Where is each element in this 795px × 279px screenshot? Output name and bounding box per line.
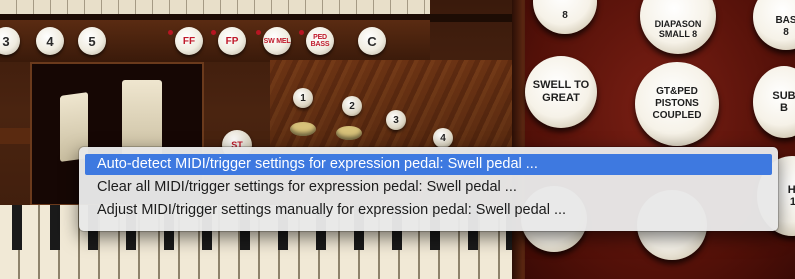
toe-stud-2[interactable]: 2	[342, 96, 362, 116]
console-rail	[0, 128, 30, 144]
piston-4[interactable]: 4	[36, 27, 64, 55]
menu-item-adjust-manually[interactable]: Adjust MIDI/trigger settings manually fo…	[85, 200, 772, 221]
stop-knob[interactable]: SWELL TO GREAT	[525, 56, 597, 128]
stop-knob[interactable]: DIAPASON SMALL 8	[640, 0, 716, 54]
stop-label: GT&PED PISTONS COUPLED	[652, 86, 702, 121]
piston-label: 4	[46, 33, 54, 49]
piston-label: C	[367, 33, 377, 49]
indicator-dot	[168, 30, 173, 35]
stud-label: 3	[393, 114, 399, 126]
stop-label: SWELL TO GREAT	[532, 79, 590, 104]
piston-ped-bass[interactable]: PED BASS	[306, 27, 334, 55]
indicator-dot	[299, 30, 304, 35]
context-menu: Auto-detect MIDI/trigger settings for ex…	[79, 147, 778, 231]
stop-knob[interactable]: 8	[533, 0, 597, 34]
piston-label: 5	[88, 33, 96, 49]
piston-label: SW MEL	[263, 37, 291, 45]
indicator-dot	[256, 30, 261, 35]
stop-label: HO 16	[787, 184, 795, 208]
stop-label: DIAPASON SMALL 8	[654, 19, 702, 39]
stud-label: 1	[300, 92, 306, 104]
toe-stud-4[interactable]: 4	[433, 128, 453, 148]
toe-stud-3[interactable]: 3	[386, 110, 406, 130]
organ-console-screenshot: 3 4 5 FF FP SW MEL PED BASS C 1 2 3 4 ST…	[0, 0, 795, 279]
stud-socket	[290, 122, 316, 136]
stop-knob[interactable]: SUB B	[753, 66, 795, 138]
stud-label: 4	[440, 132, 446, 144]
stop-label: 8	[562, 10, 568, 21]
piston-sw-mel[interactable]: SW MEL	[263, 27, 291, 55]
piston-5[interactable]: 5	[78, 27, 106, 55]
stud-socket	[336, 126, 362, 140]
piston-c[interactable]: C	[358, 27, 386, 55]
stud-label: 2	[349, 100, 355, 112]
menu-item-clear-all[interactable]: Clear all MIDI/trigger settings for expr…	[85, 177, 772, 198]
toe-stud-1[interactable]: 1	[293, 88, 313, 108]
stop-label: BAS 8	[775, 15, 795, 38]
left-console: 3 4 5 FF FP SW MEL PED BASS C 1 2 3 4 ST	[0, 0, 525, 279]
piston-label: FP	[225, 35, 239, 47]
piston-fp[interactable]: FP	[218, 27, 246, 55]
stop-knob[interactable]: GT&PED PISTONS COUPLED	[635, 62, 719, 146]
stop-knob[interactable]: BAS 8	[753, 0, 795, 50]
indicator-dot	[211, 30, 216, 35]
menu-item-auto-detect[interactable]: Auto-detect MIDI/trigger settings for ex…	[85, 154, 772, 175]
piston-label: PED BASS	[310, 34, 330, 48]
upper-manual-keys[interactable]	[0, 0, 430, 14]
stop-jamb: 8 DIAPASON SMALL 8 BAS 8 SWELL TO GREAT …	[521, 0, 795, 279]
stop-label: SUB B	[772, 90, 795, 114]
piston-label: FF	[182, 35, 196, 47]
piston-ff[interactable]: FF	[175, 27, 203, 55]
piston-label: 3	[2, 33, 10, 49]
